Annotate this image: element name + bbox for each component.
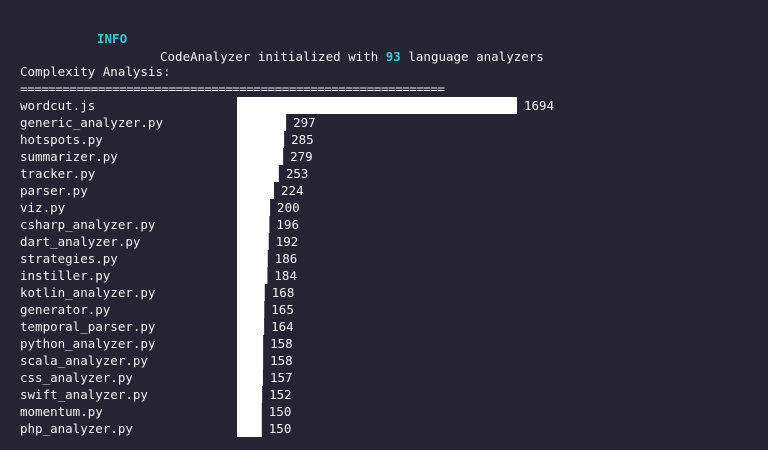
- category-label: python_analyzer.py: [20, 336, 156, 351]
- bar: [237, 369, 263, 386]
- category-label: generator.py: [20, 302, 111, 317]
- bar: [237, 233, 269, 250]
- value-label: 152: [269, 387, 292, 402]
- value-label: 186: [275, 251, 298, 266]
- category-label: kotlin_analyzer.py: [20, 285, 156, 300]
- value-label: 150: [269, 421, 292, 436]
- category-label: swift_analyzer.py: [20, 387, 148, 402]
- bar: [237, 199, 271, 216]
- category-label: scala_analyzer.py: [20, 353, 148, 368]
- value-label: 165: [271, 302, 294, 317]
- bar: [237, 182, 275, 199]
- bar: [237, 165, 279, 182]
- category-label: temporal_parser.py: [20, 319, 156, 334]
- bar: [237, 318, 265, 335]
- category-label: summarizer.py: [20, 149, 118, 164]
- bar: [237, 97, 517, 114]
- value-label: 158: [270, 353, 293, 368]
- bar: [237, 250, 268, 267]
- value-label: 158: [270, 336, 293, 351]
- value-label: 192: [276, 234, 299, 249]
- bar: [237, 335, 264, 352]
- category-label: tracker.py: [20, 166, 96, 181]
- value-label: 1694: [524, 98, 554, 113]
- category-label: css_analyzer.py: [20, 370, 133, 385]
- value-label: 253: [286, 166, 309, 181]
- bar: [237, 301, 265, 318]
- category-label: strategies.py: [20, 251, 118, 266]
- value-label: 168: [272, 285, 295, 300]
- complexity-bar-chart: wordcut.js 1694 generic_analyzer.py 297 hots…: [20, 97, 554, 437]
- value-label: 200: [277, 200, 300, 215]
- value-label: 196: [276, 217, 299, 232]
- category-label: viz.py: [20, 200, 66, 215]
- bar: [237, 284, 265, 301]
- category-label: hotspots.py: [20, 132, 103, 147]
- bar: [237, 148, 284, 165]
- value-label: 224: [281, 183, 304, 198]
- bar: [237, 420, 262, 437]
- category-label: csharp_analyzer.py: [20, 217, 156, 232]
- bar: [237, 352, 264, 369]
- value-label: 285: [291, 132, 314, 147]
- category-label: parser.py: [20, 183, 88, 198]
- category-label: php_analyzer.py: [20, 421, 133, 436]
- bar: [237, 114, 287, 131]
- bar: [237, 386, 263, 403]
- bar: [237, 131, 285, 148]
- bar: [237, 216, 270, 233]
- bar: [237, 267, 268, 284]
- category-label: instiller.py: [20, 268, 111, 283]
- category-label: momentum.py: [20, 404, 103, 419]
- value-label: 184: [274, 268, 297, 283]
- value-label: 297: [293, 115, 316, 130]
- value-label: 164: [271, 319, 294, 334]
- value-label: 150: [269, 404, 292, 419]
- bar: [237, 403, 262, 420]
- category-label: dart_analyzer.py: [20, 234, 141, 249]
- category-label: wordcut.js: [20, 98, 95, 113]
- value-label: 157: [270, 370, 293, 385]
- category-label: generic_analyzer.py: [20, 115, 163, 130]
- value-label: 279: [290, 149, 313, 164]
